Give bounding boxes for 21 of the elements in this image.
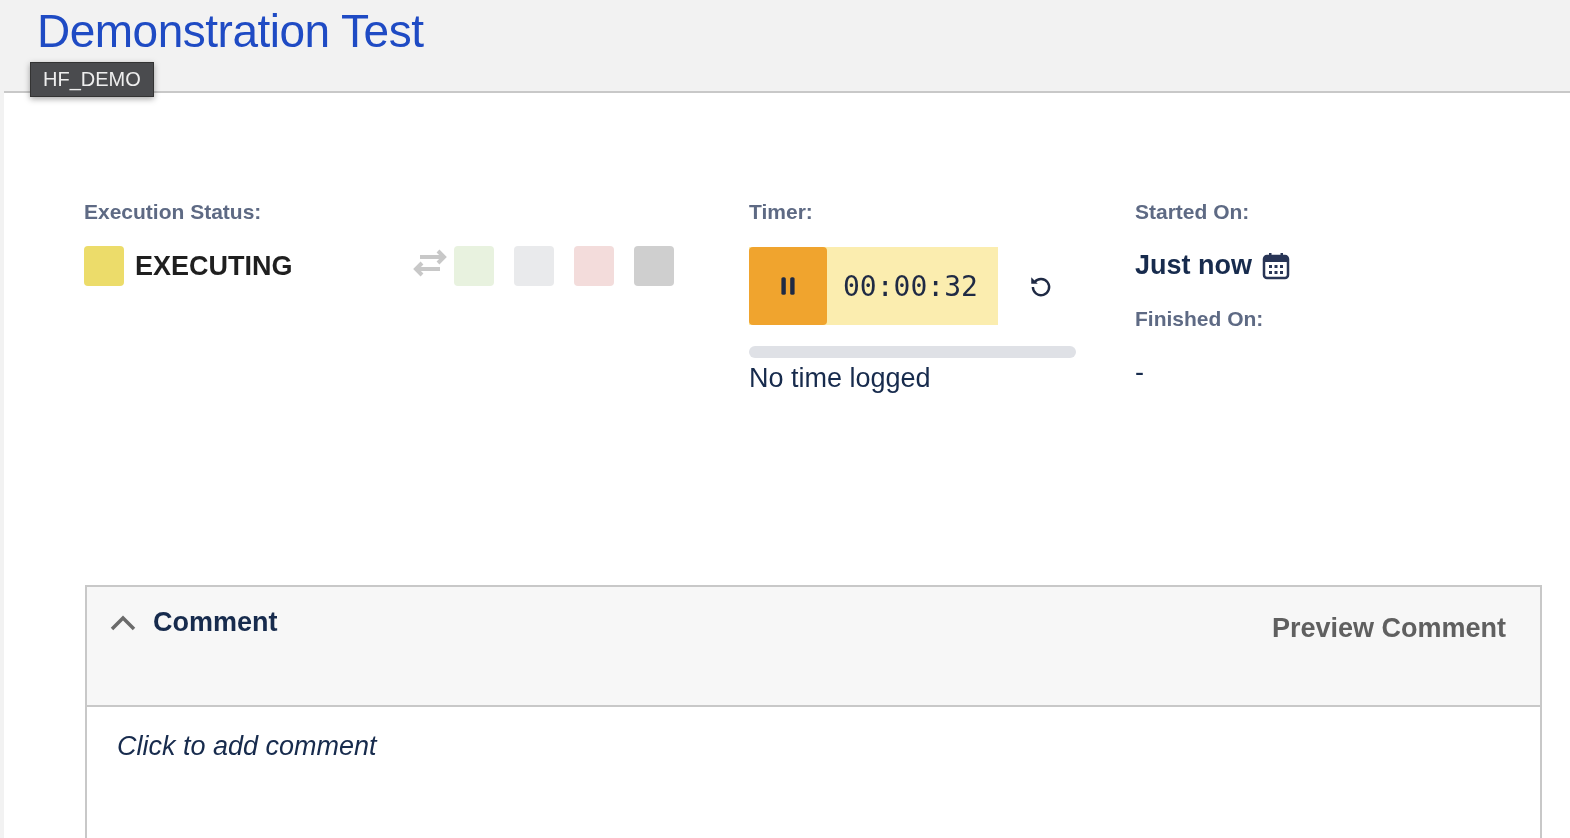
timer-display: 00:00:32 — [749, 247, 998, 325]
pause-button[interactable] — [749, 247, 827, 325]
status-option[interactable] — [454, 246, 494, 286]
status-option[interactable] — [634, 246, 674, 286]
swap-arrows-icon[interactable] — [412, 248, 448, 278]
panel-title: Comment — [153, 607, 278, 638]
comment-field[interactable]: Click to add comment — [117, 731, 377, 762]
started-value: Just now — [1135, 250, 1252, 281]
field-label: Started On: — [1135, 200, 1251, 224]
status-option[interactable] — [574, 246, 614, 286]
status-value: EXECUTING — [135, 250, 293, 282]
tooltip: HF_DEMO — [30, 62, 154, 97]
page-title: Demonstration Test — [37, 4, 424, 58]
field-label: Execution Status: — [84, 200, 263, 224]
field-label: Finished On: — [1135, 307, 1265, 331]
finished-value: - — [1135, 357, 1145, 388]
time-logged: No time logged — [749, 363, 932, 394]
preview-link[interactable]: Preview Comment — [1271, 613, 1506, 644]
calendar-icon[interactable] — [1262, 251, 1290, 280]
caret-icon[interactable] — [109, 613, 137, 632]
field-label: Timer: — [749, 200, 814, 224]
